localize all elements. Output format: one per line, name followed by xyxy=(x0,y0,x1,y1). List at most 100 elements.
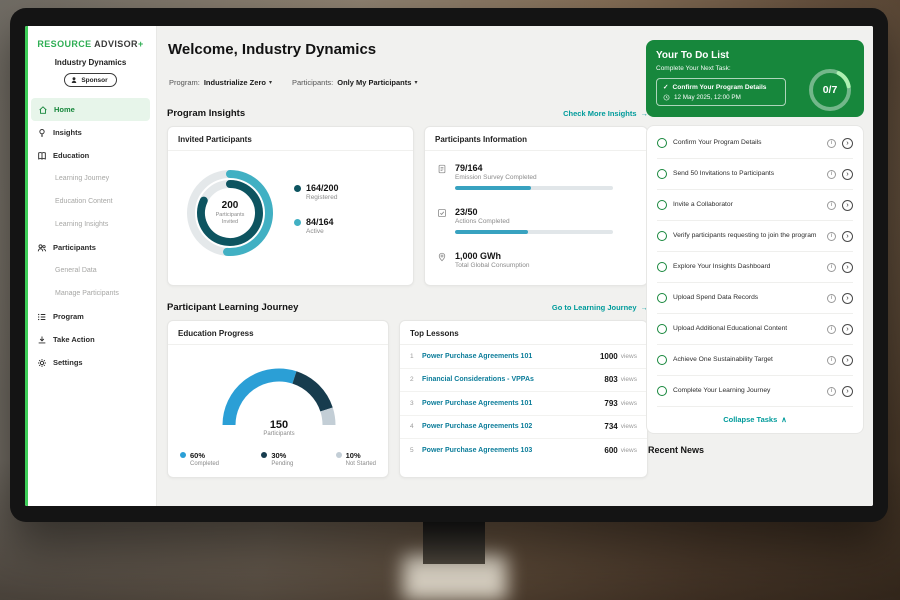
task-label: Achieve One Sustainability Target xyxy=(673,356,821,365)
sponsor-badge[interactable]: Sponsor xyxy=(64,73,116,87)
legend-item-completed: 60% Completed xyxy=(180,451,219,467)
link-label: Go to Learning Journey xyxy=(552,303,637,312)
info-icon[interactable]: i xyxy=(827,232,836,241)
task-checkbox[interactable] xyxy=(657,324,667,334)
task-row-invite-collaborator[interactable]: Invite a Collaborator i › xyxy=(657,190,853,221)
stat-global-consumption: 1,000 GWh Total Global Consumption xyxy=(437,251,635,269)
lesson-row[interactable]: 3 Power Purchase Agreements 101 793 view… xyxy=(400,392,647,416)
chevron-right-icon[interactable]: › xyxy=(842,386,853,397)
sidebar-item-home[interactable]: Home xyxy=(31,98,150,121)
info-icon[interactable]: i xyxy=(827,201,836,210)
lesson-row[interactable]: 2 Financial Considerations - VPPAs 803 v… xyxy=(400,369,647,393)
education-legend: 60% Completed 30% Pending 10% Not Star xyxy=(180,451,376,467)
donut-legend: 164/200 Registered 84/164 Active xyxy=(294,183,339,235)
task-row-explore-insights[interactable]: Explore Your Insights Dashboard i › xyxy=(657,252,853,283)
chevron-right-icon[interactable]: › xyxy=(842,200,853,211)
sidebar-item-education-content[interactable]: Education Content xyxy=(25,190,156,213)
task-checkbox[interactable] xyxy=(657,138,667,148)
sidebar-item-take-action[interactable]: Take Action xyxy=(25,328,156,351)
task-row-complete-learning-journey[interactable]: Complete Your Learning Journey i › xyxy=(657,376,853,407)
task-checkbox[interactable] xyxy=(657,262,667,272)
next-task-label: Confirm Your Program Details xyxy=(673,84,767,91)
task-row-achieve-sustainability-target[interactable]: Achieve One Sustainability Target i › xyxy=(657,345,853,376)
legend-pct: 10% xyxy=(346,451,376,460)
legend-value: 164/200 xyxy=(306,183,339,193)
lesson-title-link[interactable]: Power Purchase Agreements 101 xyxy=(422,353,600,360)
sidebar-item-education[interactable]: Education xyxy=(25,144,156,167)
sidebar-item-label: General Data xyxy=(55,267,97,274)
lesson-row[interactable]: 4 Power Purchase Agreements 102 734 view… xyxy=(400,416,647,440)
sidebar-item-learning-journey[interactable]: Learning Journey xyxy=(25,167,156,190)
org-name: Industry Dynamics xyxy=(25,58,156,67)
next-task-box[interactable]: ✓ Confirm Your Program Details 12 May 20… xyxy=(656,78,786,106)
lesson-row[interactable]: 1 Power Purchase Agreements 101 1000 vie… xyxy=(400,345,647,369)
pin-icon xyxy=(437,252,447,269)
task-row-verify-participants[interactable]: Verify participants requesting to join t… xyxy=(657,221,853,252)
sidebar-item-general-data[interactable]: General Data xyxy=(25,259,156,282)
chevron-right-icon[interactable]: › xyxy=(842,293,853,304)
task-checkbox[interactable] xyxy=(657,231,667,241)
gear-icon xyxy=(37,358,47,368)
sidebar-item-manage-participants[interactable]: Manage Participants xyxy=(25,282,156,305)
chevron-right-icon[interactable]: › xyxy=(842,231,853,242)
gauge-center-value: 150 xyxy=(214,419,344,431)
chevron-right-icon[interactable]: › xyxy=(842,324,853,335)
chevron-right-icon[interactable]: › xyxy=(842,169,853,180)
lesson-title-link[interactable]: Power Purchase Agreements 103 xyxy=(422,447,604,454)
stat-label: Total Global Consumption xyxy=(455,262,529,269)
task-checkbox[interactable] xyxy=(657,355,667,365)
lesson-title-link[interactable]: Financial Considerations - VPPAs xyxy=(422,376,604,383)
check-more-insights-link[interactable]: Check More Insights → xyxy=(563,109,648,118)
legend-item-registered: 164/200 Registered xyxy=(294,183,339,201)
task-row-send-invitations[interactable]: Send 50 Invitations to Participants i › xyxy=(657,159,853,190)
views-word: views xyxy=(621,400,637,407)
task-checkbox[interactable] xyxy=(657,293,667,303)
go-to-learning-journey-link[interactable]: Go to Learning Journey → xyxy=(552,303,648,312)
home-icon xyxy=(38,105,48,115)
sidebar-item-label: Participants xyxy=(53,243,96,252)
stat-value: 1,000 GWh xyxy=(455,251,529,261)
lesson-rank: 4 xyxy=(410,423,422,430)
lesson-rank: 1 xyxy=(410,353,422,360)
sidebar-item-participants[interactable]: Participants xyxy=(25,236,156,259)
lesson-title-link[interactable]: Power Purchase Agreements 101 xyxy=(422,400,604,407)
sponsor-badge-label: Sponsor xyxy=(81,77,107,84)
invited-donut: 200 Participants Invited xyxy=(182,165,278,261)
task-checkbox[interactable] xyxy=(657,169,667,179)
chevron-right-icon[interactable]: › xyxy=(842,262,853,273)
checklist-icon xyxy=(437,208,447,234)
lesson-row[interactable]: 5 Power Purchase Agreements 103 600 view… xyxy=(400,439,647,463)
lesson-title-link[interactable]: Power Purchase Agreements 102 xyxy=(422,423,604,430)
sidebar-item-insights[interactable]: Insights xyxy=(25,121,156,144)
sidebar-item-program[interactable]: Program xyxy=(25,305,156,328)
sidebar-item-settings[interactable]: Settings xyxy=(25,351,156,374)
info-icon[interactable]: i xyxy=(827,387,836,396)
task-checkbox[interactable] xyxy=(657,386,667,396)
views-word: views xyxy=(621,376,637,383)
info-icon[interactable]: i xyxy=(827,170,836,179)
info-icon[interactable]: i xyxy=(827,263,836,272)
info-icon[interactable]: i xyxy=(827,356,836,365)
participants-filter[interactable]: Participants: Only My Participants ▾ xyxy=(292,78,417,87)
card-title: Top Lessons xyxy=(400,321,647,345)
education-gauge: 150 Participants xyxy=(214,357,344,433)
donut-center-value: 200 xyxy=(222,200,239,211)
task-row-upload-educational-content[interactable]: Upload Additional Educational Content i … xyxy=(657,314,853,345)
info-icon[interactable]: i xyxy=(827,325,836,334)
task-row-upload-spend-data[interactable]: Upload Spend Data Records i › xyxy=(657,283,853,314)
active-dot xyxy=(294,219,301,226)
lesson-rank: 2 xyxy=(410,376,422,383)
chevron-right-icon[interactable]: › xyxy=(842,138,853,149)
collapse-tasks-link[interactable]: Collapse Tasks ∧ xyxy=(657,407,853,429)
sidebar-item-learning-insights[interactable]: Learning Insights xyxy=(25,213,156,236)
chevron-right-icon[interactable]: › xyxy=(842,355,853,366)
program-filter[interactable]: Program: Industrialize Zero ▾ xyxy=(169,78,272,87)
todo-task-list: Confirm Your Program Details i › Send 50… xyxy=(646,125,864,434)
lesson-views: 1000 xyxy=(600,352,618,361)
info-icon[interactable]: i xyxy=(827,294,836,303)
task-checkbox[interactable] xyxy=(657,200,667,210)
task-label: Explore Your Insights Dashboard xyxy=(673,263,821,272)
info-icon[interactable]: i xyxy=(827,139,836,148)
task-row-confirm-program[interactable]: Confirm Your Program Details i › xyxy=(657,128,853,159)
legend-pct: 60% xyxy=(190,451,219,460)
